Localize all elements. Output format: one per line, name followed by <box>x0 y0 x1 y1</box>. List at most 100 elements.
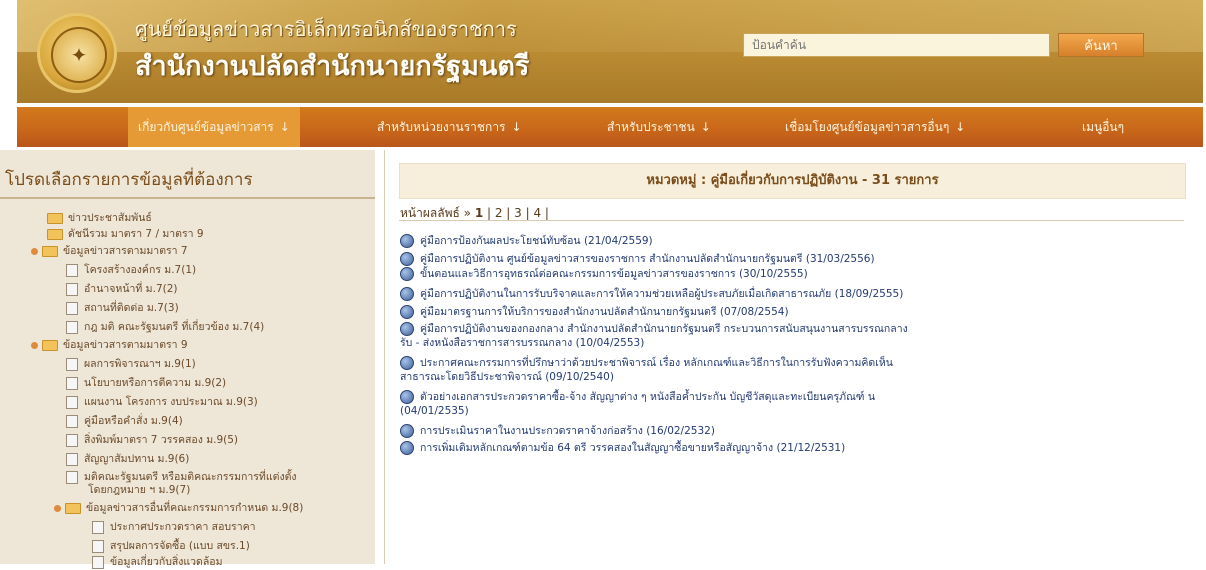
sidebar-item-9-6[interactable]: สัญญาสัมปทาน ม.9(6) <box>66 450 189 467</box>
result-link[interactable]: การประเมินราคาในงานประกวดราคาจ้างก่อสร้า… <box>420 425 715 437</box>
sidebar-item-7-2[interactable]: อำนาจหน้าที่ ม.7(2) <box>66 280 178 297</box>
result-link[interactable]: ขั้นตอนและวิธีการอุทธรณ์ต่อคณะกรรมการข้อ… <box>420 268 808 280</box>
document-search-icon <box>400 390 414 404</box>
search-button[interactable]: ค้นหา <box>1058 33 1144 57</box>
sidebar-item-label: สรุปผลการจัดซื้อ (แบบ สขร.1) <box>110 540 250 552</box>
sidebar-item-section9[interactable]: ข้อมูลข่าวสารตามมาตรา 9 <box>31 336 188 353</box>
result-link-cont[interactable]: (04/01/2535) <box>400 405 469 417</box>
sidebar-item-label: ข้อมูลข่าวสารตามมาตรา 7 <box>63 245 188 257</box>
document-icon <box>66 414 78 428</box>
page-link-1[interactable]: 1 <box>475 206 483 220</box>
expanded-bullet-icon <box>54 504 61 512</box>
sidebar-item-label: โครงสร้างองค์กร ม.7(1) <box>84 264 197 276</box>
emblem-inner: ✦ <box>51 27 107 83</box>
result-link[interactable]: ประกาศคณะกรรมการที่ปรึกษาว่าด้วยประชาพิจ… <box>420 357 893 369</box>
sidebar-item-9-7-cont[interactable]: โดยกฎหมาย ฯ ม.9(7) <box>88 481 190 498</box>
sidebar-item-label: แผนงาน โครงการ งบประมาณ ม.9(3) <box>84 396 258 408</box>
result-item[interactable]: คู่มือการปฏิบัติงานของกองกลาง สำนักงานปล… <box>400 322 1180 350</box>
result-item[interactable]: คู่มือการป้องกันผลประโยชน์ทับซ้อน (21/04… <box>400 234 1180 248</box>
sidebar: โปรดเลือกรายการข้อมูลที่ต้องการ ข่าวประช… <box>0 150 375 569</box>
result-item[interactable]: การประเมินราคาในงานประกวดราคาจ้างก่อสร้า… <box>400 424 1180 438</box>
sidebar-item-label: ข้อมูลข่าวสารตามมาตรา 9 <box>63 339 188 351</box>
chevron-down-icon: ↓ <box>700 120 711 134</box>
sidebar-item-section7[interactable]: ข้อมูลข่าวสารตามมาตรา 7 <box>31 242 188 259</box>
document-search-icon <box>400 305 414 319</box>
result-item[interactable]: ประกาศคณะกรรมการที่ปรึกษาว่าด้วยประชาพิจ… <box>400 356 1180 384</box>
nav-item-government[interactable]: สำหรับหน่วยงานราชการ ↓ <box>377 107 522 147</box>
result-link[interactable]: คู่มือการปฏิบัติงาน ศูนย์ข้อมูลข่าวสารขอ… <box>420 253 875 265</box>
result-link[interactable]: คู่มือมาตรฐานการให้บริการของสำนักงานปลัด… <box>420 306 789 318</box>
sidebar-item-9-1[interactable]: ผลการพิจารณาฯ ม.9(1) <box>66 355 196 372</box>
nav-item-about[interactable]: เกี่ยวกับศูนย์ข้อมูลข่าวสาร ↓ <box>128 107 300 147</box>
sidebar-item-9-8[interactable]: ข้อมูลข่าวสารอื่นที่คณะกรรมการกำหนด ม.9(… <box>54 499 303 516</box>
document-icon <box>66 470 78 484</box>
expanded-bullet-icon <box>31 247 38 255</box>
sidebar-divider <box>0 197 375 199</box>
sidebar-item-9-3[interactable]: แผนงาน โครงการ งบประมาณ ม.9(3) <box>66 393 258 410</box>
document-icon <box>66 452 78 466</box>
nav-item-label: เมนูอื่นๆ <box>1082 120 1125 134</box>
result-item[interactable]: คู่มือการปฏิบัติงานในการรับบริจาคและการใ… <box>400 287 1180 301</box>
sidebar-item-label: สถานที่ติดต่อ ม.7(3) <box>84 302 179 314</box>
document-search-icon <box>400 234 414 248</box>
result-item[interactable]: การเพิ่มเติมหลักเกณฑ์ตามข้อ 64 ตรี วรรคส… <box>400 441 1180 455</box>
document-icon <box>66 357 78 371</box>
document-search-icon <box>400 356 414 370</box>
page-link-3[interactable]: 3 <box>514 206 522 220</box>
sidebar-item-news[interactable]: ข่าวประชาสัมพันธ์ <box>47 209 152 226</box>
search-input[interactable] <box>743 33 1050 57</box>
nav-item-other[interactable]: เมนูอื่นๆ <box>1082 107 1124 147</box>
nav-item-links[interactable]: เชื่อมโยงศูนย์ข้อมูลข่าวสารอื่นๆ ↓ <box>785 107 965 147</box>
category-title: หมวดหมู่ : คู่มือเกี่ยวกับการปฏิบัติงาน … <box>399 163 1186 199</box>
document-search-icon <box>400 252 414 266</box>
result-item[interactable]: ขั้นตอนและวิธีการอุทธรณ์ต่อคณะกรรมการข้อ… <box>400 267 1180 281</box>
document-icon <box>66 282 78 296</box>
result-item[interactable]: คู่มือการปฏิบัติงาน ศูนย์ข้อมูลข่าวสารขอ… <box>400 252 1180 266</box>
document-icon <box>66 433 78 447</box>
document-search-icon <box>400 441 414 455</box>
chevron-down-icon: ↓ <box>511 120 522 134</box>
page-link-2[interactable]: 2 <box>495 206 503 220</box>
document-icon <box>66 263 78 277</box>
site-header: ✦ ศูนย์ข้อมูลข่าวสารอิเล็กทรอนิกส์ของราช… <box>17 0 1203 103</box>
result-link[interactable]: ตัวอย่างเอกสารประกวดราคาซื้อ-จ้าง สัญญาต… <box>420 391 875 403</box>
result-link[interactable]: คู่มือการป้องกันผลประโยชน์ทับซ้อน (21/04… <box>420 235 653 247</box>
sidebar-item-9-4[interactable]: คู่มือหรือคำสั่ง ม.9(4) <box>66 412 183 429</box>
document-icon <box>92 520 104 534</box>
sidebar-item-7-4[interactable]: กฎ มติ คณะรัฐมนตรี ที่เกี่ยวข้อง ม.7(4) <box>66 318 264 335</box>
emblem-glyph: ✦ <box>70 43 88 67</box>
sidebar-item-label: ดัชนีรวม มาตรา 7 / มาตรา 9 <box>68 228 204 240</box>
sidebar-item-label: นโยบายหรือการตีความ ม.9(2) <box>84 377 227 389</box>
result-link-cont[interactable]: สาธารณะโดยวิธีประชาพิจารณ์ (09/10/2540) <box>400 371 614 383</box>
result-link[interactable]: คู่มือการปฏิบัติงานของกองกลาง สำนักงานปล… <box>420 323 908 335</box>
sidebar-item-procurement[interactable]: สรุปผลการจัดซื้อ (แบบ สขร.1) <box>92 537 250 554</box>
sidebar-item-index[interactable]: ดัชนีรวม มาตรา 7 / มาตรา 9 <box>47 225 204 242</box>
page-link-4[interactable]: 4 <box>533 206 541 220</box>
content-divider <box>399 220 1184 221</box>
document-search-icon <box>400 322 414 336</box>
main-nav: เกี่ยวกับศูนย์ข้อมูลข่าวสาร ↓ สำหรับหน่วย… <box>17 107 1203 147</box>
result-link[interactable]: คู่มือการปฏิบัติงานในการรับบริจาคและการใ… <box>420 288 903 300</box>
garuda-emblem-icon[interactable]: ✦ <box>37 13 117 93</box>
result-item[interactable]: ตัวอย่างเอกสารประกวดราคาซื้อ-จ้าง สัญญาต… <box>400 390 1180 418</box>
sidebar-item-7-3[interactable]: สถานที่ติดต่อ ม.7(3) <box>66 299 179 316</box>
folder-icon <box>47 228 63 240</box>
sidebar-item-label: ประกาศประกวดราคา สอบราคา <box>110 521 256 533</box>
document-search-icon <box>400 267 414 281</box>
result-item[interactable]: คู่มือมาตรฐานการให้บริการของสำนักงานปลัด… <box>400 305 1180 319</box>
sidebar-item-7-1[interactable]: โครงสร้างองค์กร ม.7(1) <box>66 261 196 278</box>
document-icon <box>66 395 78 409</box>
chevron-down-icon: ↓ <box>279 120 290 134</box>
result-link[interactable]: การเพิ่มเติมหลักเกณฑ์ตามข้อ 64 ตรี วรรคส… <box>420 442 845 454</box>
sidebar-item-label: โดยกฎหมาย ฯ ม.9(7) <box>88 484 191 496</box>
sidebar-item-9-5[interactable]: สิ่งพิมพ์มาตรา 7 วรรคสอง ม.9(5) <box>66 431 238 448</box>
nav-item-public[interactable]: สำหรับประชาชน ↓ <box>607 107 711 147</box>
sidebar-item-bidding[interactable]: ประกาศประกวดราคา สอบราคา <box>92 518 256 535</box>
pagination-label: หน้าผลลัพธ์ » <box>400 206 471 220</box>
folder-open-icon <box>42 339 58 351</box>
sidebar-item-environment[interactable]: ข้อมูลเกี่ยวกับสิ่งแวดล้อม <box>92 553 223 570</box>
sidebar-item-label: คู่มือหรือคำสั่ง ม.9(4) <box>84 415 183 427</box>
result-link-cont[interactable]: รับ - ส่งหนังสือราชการสารบรรณกลาง (10/04… <box>400 337 644 349</box>
expanded-bullet-icon <box>31 341 38 349</box>
sidebar-item-9-2[interactable]: นโยบายหรือการตีความ ม.9(2) <box>66 374 226 391</box>
